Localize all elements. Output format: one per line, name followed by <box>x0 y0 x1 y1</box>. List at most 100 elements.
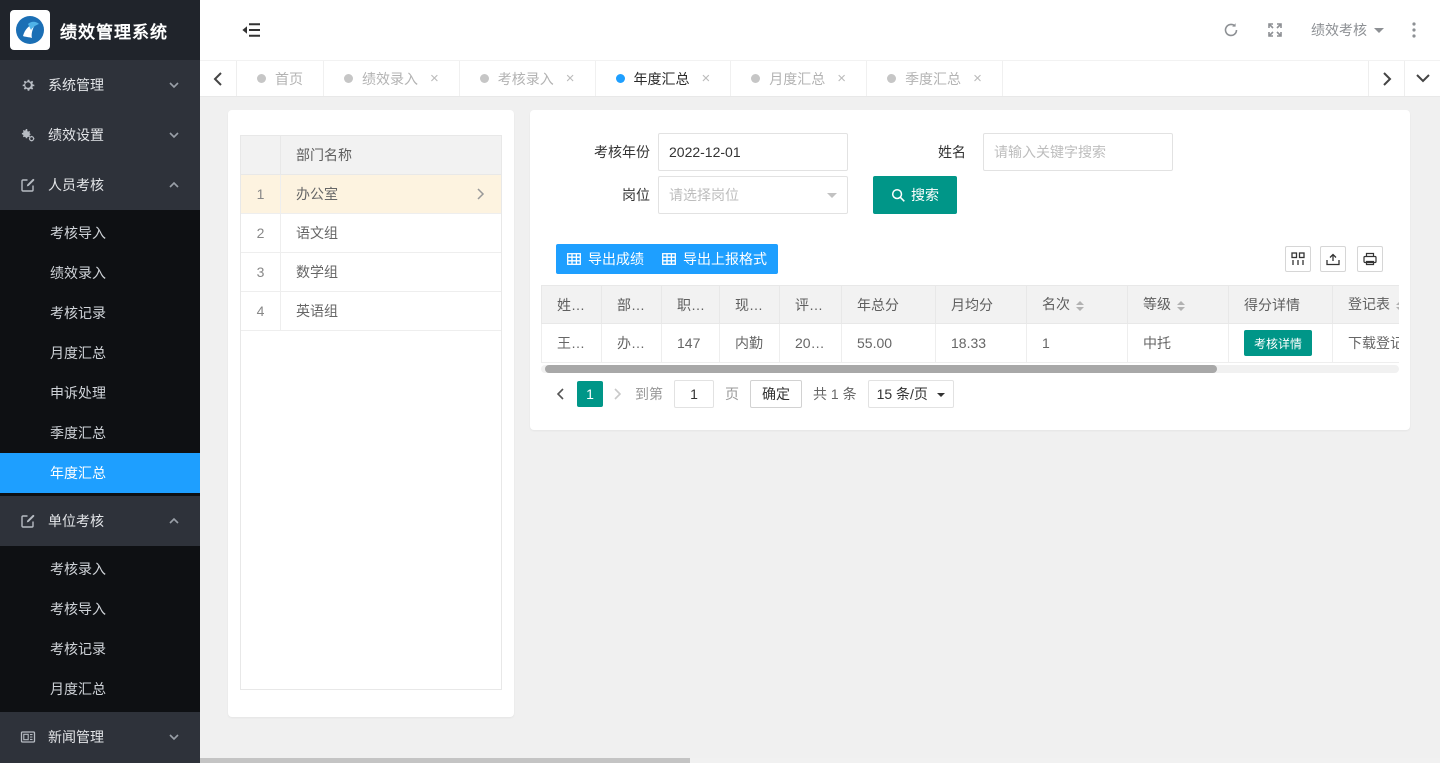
tab-annual-summary[interactable]: 年度汇总 × <box>596 61 732 96</box>
sidebar-submenu-unit: 考核录入 考核导入 考核记录 月度汇总 <box>0 546 200 712</box>
sidebar-group-label: 人员考核 <box>48 175 168 195</box>
col-department[interactable]: 部… <box>602 286 662 324</box>
tab-dot-icon <box>480 74 489 83</box>
current-page-button[interactable]: 1 <box>577 381 603 407</box>
export-icon[interactable] <box>1320 246 1346 272</box>
sidebar-item-assessment-records[interactable]: 考核记录 <box>0 293 200 333</box>
close-icon[interactable]: × <box>837 71 846 86</box>
sidebar-group-unit-assessment[interactable]: 单位考核 <box>0 496 200 546</box>
close-icon[interactable]: × <box>702 71 711 86</box>
chevron-up-icon <box>168 515 180 527</box>
tabs-menu-icon[interactable] <box>1404 61 1440 96</box>
page-size-select[interactable]: 15 条/页 <box>868 380 954 408</box>
row-index: 2 <box>241 214 281 252</box>
tab-label: 首页 <box>275 69 303 89</box>
sidebar-item-performance-entry[interactable]: 绩效录入 <box>0 253 200 293</box>
department-row[interactable]: 4 英语组 <box>241 292 501 331</box>
user-menu[interactable]: 绩效考核 <box>1311 20 1384 40</box>
col-year-total[interactable]: 年总分 <box>842 286 936 324</box>
filter-columns-icon[interactable] <box>1285 246 1311 272</box>
close-icon[interactable]: × <box>566 71 575 86</box>
col-register-form[interactable]: 登记表 <box>1333 286 1400 324</box>
cell-grade: 中托 <box>1128 324 1229 363</box>
caret-down-icon <box>937 393 945 401</box>
col-current-post[interactable]: 现… <box>720 286 780 324</box>
sidebar-item-assessment-records[interactable]: 考核记录 <box>0 629 200 669</box>
department-table-header: 部门名称 <box>241 136 501 175</box>
tabs-scroll-left-icon[interactable] <box>200 61 237 96</box>
collapse-sidebar-icon[interactable] <box>242 23 260 37</box>
close-icon[interactable]: × <box>973 71 982 86</box>
sidebar-item-monthly-summary[interactable]: 月度汇总 <box>0 669 200 709</box>
close-icon[interactable]: × <box>430 71 439 86</box>
export-score-button[interactable]: 导出成绩 <box>556 244 655 274</box>
col-month-average[interactable]: 月均分 <box>936 286 1027 324</box>
tab-quarterly-summary[interactable]: 季度汇总 × <box>867 61 1003 96</box>
tab-monthly-summary[interactable]: 月度汇总 × <box>731 61 867 96</box>
tab-assessment-entry[interactable]: 考核录入 × <box>460 61 596 96</box>
page-number-input[interactable] <box>674 380 714 408</box>
fullscreen-icon[interactable] <box>1267 22 1283 38</box>
sort-icon[interactable] <box>1076 297 1084 315</box>
tab-home[interactable]: 首页 <box>237 61 324 96</box>
col-job-number[interactable]: 职… <box>662 286 720 324</box>
sidebar-group-performance-settings[interactable]: 绩效设置 <box>0 110 200 160</box>
export-report-button[interactable]: 导出上报格式 <box>651 244 778 274</box>
col-rank[interactable]: 名次 <box>1027 286 1128 324</box>
col-score-detail[interactable]: 得分详情 <box>1229 286 1333 324</box>
next-page-icon[interactable] <box>614 388 624 400</box>
tab-label: 年度汇总 <box>634 69 690 89</box>
name-search-input[interactable] <box>983 133 1173 171</box>
scrollbar-thumb[interactable] <box>545 365 1217 373</box>
tab-label: 季度汇总 <box>905 69 961 89</box>
sidebar-item-monthly-summary[interactable]: 月度汇总 <box>0 333 200 373</box>
sidebar-group-news-management[interactable]: 新闻管理 <box>0 712 200 762</box>
sidebar-item-quarterly-summary[interactable]: 季度汇总 <box>0 413 200 453</box>
prev-page-icon[interactable] <box>556 388 566 400</box>
cell-year-total: 55.00 <box>842 324 936 363</box>
download-register-link[interactable]: 下载登记表 <box>1348 335 1399 351</box>
row-index: 1 <box>241 175 281 213</box>
sidebar-item-assessment-entry[interactable]: 考核录入 <box>0 549 200 589</box>
tab-dot-icon <box>751 74 760 83</box>
gears-icon <box>20 127 36 143</box>
cell-evaluation: 20… <box>780 324 842 363</box>
assessment-detail-button[interactable]: 考核详情 <box>1244 330 1312 356</box>
sidebar-group-system-management[interactable]: 系统管理 <box>0 60 200 110</box>
page-size-value: 15 条/页 <box>877 384 928 404</box>
app-title: 绩效管理系统 <box>60 18 168 43</box>
results-table: 姓… 部… 职… 现… 评… 年总分 月均分 名次 等级 得分详情 登记表 <box>541 285 1399 363</box>
department-row[interactable]: 1 办公室 <box>241 175 501 214</box>
print-icon[interactable] <box>1357 246 1383 272</box>
col-evaluation[interactable]: 评… <box>780 286 842 324</box>
cell-month-average: 18.33 <box>936 324 1027 363</box>
post-select[interactable]: 请选择岗位 <box>658 176 848 214</box>
sidebar-item-appeal-handling[interactable]: 申诉处理 <box>0 373 200 413</box>
chevron-down-icon <box>168 79 180 91</box>
col-grade[interactable]: 等级 <box>1128 286 1229 324</box>
sidebar-group-personnel-assessment[interactable]: 人员考核 <box>0 160 200 210</box>
confirm-page-button[interactable]: 确定 <box>750 380 802 408</box>
refresh-icon[interactable] <box>1223 22 1239 38</box>
department-row[interactable]: 2 语文组 <box>241 214 501 253</box>
sidebar-item-assessment-import[interactable]: 考核导入 <box>0 589 200 629</box>
department-row[interactable]: 3 数学组 <box>241 253 501 292</box>
department-table: 部门名称 1 办公室 2 语文组 3 数学组 4 英语组 <box>240 135 502 690</box>
year-input[interactable] <box>658 133 848 171</box>
total-count-label: 共 1 条 <box>813 384 857 404</box>
sort-icon[interactable] <box>1396 297 1399 315</box>
sort-icon[interactable] <box>1177 297 1185 315</box>
sidebar-item-annual-summary[interactable]: 年度汇总 <box>0 453 200 493</box>
col-name[interactable]: 姓… <box>542 286 602 324</box>
chevron-right-icon <box>477 175 501 213</box>
cell-name: 王… <box>542 324 602 363</box>
department-name: 办公室 <box>281 175 477 213</box>
chevron-up-icon <box>168 179 180 191</box>
search-button[interactable]: 搜索 <box>873 176 957 214</box>
tab-performance-entry[interactable]: 绩效录入 × <box>324 61 460 96</box>
scrollbar-thumb[interactable] <box>200 758 690 763</box>
tabs-scroll-right-icon[interactable] <box>1368 61 1404 96</box>
index-header-cell <box>241 136 281 174</box>
more-vertical-icon[interactable] <box>1412 22 1428 38</box>
sidebar-item-assessment-import[interactable]: 考核导入 <box>0 213 200 253</box>
